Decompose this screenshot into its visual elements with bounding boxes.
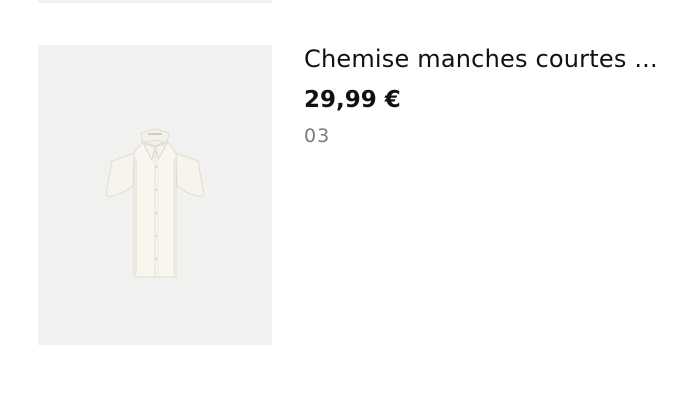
product-card[interactable]: Chemise manches courtes ... 29,99 € 03 [0,0,700,412]
product-image[interactable] [38,45,272,345]
product-title[interactable]: Chemise manches courtes ... [304,42,674,76]
product-info: Chemise manches courtes ... 29,99 € 03 [304,42,674,147]
product-price: 29,99 € [304,87,401,113]
product-variant: 03 [304,125,331,147]
shirt-image [105,128,205,278]
